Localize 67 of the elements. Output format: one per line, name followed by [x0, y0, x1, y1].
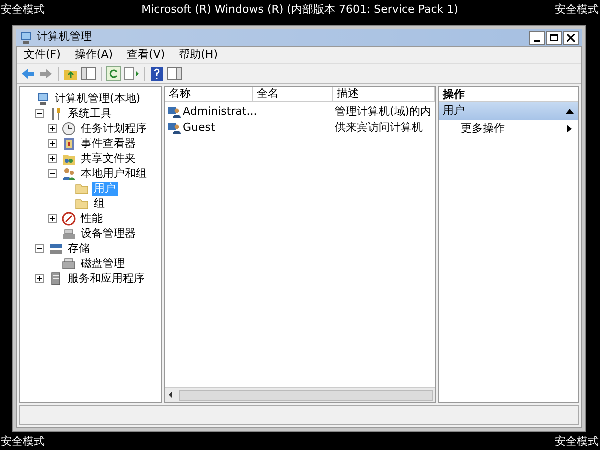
column-header[interactable]: 名称 [165, 87, 253, 101]
folder-icon [75, 182, 89, 196]
user-icon [167, 121, 181, 135]
tree-item[interactable]: 系统工具 [66, 106, 114, 120]
collapse-toggle[interactable] [48, 169, 57, 178]
tree-item[interactable]: 事件查看器 [79, 136, 138, 150]
horizontal-scrollbar[interactable] [165, 387, 435, 402]
mode-label: 安全模式 [1, 434, 45, 450]
table-cell: 供来宾访问计算机 [335, 120, 423, 134]
expand-toggle[interactable] [48, 214, 57, 223]
tree-item[interactable]: 任务计划程序 [79, 122, 149, 136]
user-icon [167, 105, 181, 119]
tree-item[interactable]: 性能 [79, 212, 105, 226]
computer-icon [19, 30, 33, 44]
server-icon [49, 272, 63, 286]
menu-item[interactable]: 帮助(H) [179, 46, 218, 64]
column-header[interactable]: 描述 [333, 87, 435, 101]
table-cell-text: Guest [183, 120, 216, 136]
panel-icon[interactable] [167, 66, 183, 82]
submenu-arrow-icon [567, 125, 572, 133]
users-icon [62, 166, 76, 180]
tree-item[interactable]: 设备管理器 [79, 226, 138, 240]
section-header[interactable]: 用户 [439, 102, 578, 120]
menu-item[interactable]: 查看(V) [127, 46, 166, 64]
mode-label: 安全模式 [554, 2, 599, 18]
tools-icon [49, 106, 63, 120]
pane-title: 操作 [443, 88, 465, 101]
computer-icon [36, 92, 50, 106]
minimize-button[interactable] [529, 30, 545, 44]
disk-icon [62, 256, 76, 270]
export-icon[interactable] [124, 66, 140, 82]
expand-toggle[interactable] [35, 274, 44, 283]
tree-item[interactable]: 磁盘管理 [79, 256, 127, 270]
mode-label: 安全模式 [1, 2, 45, 18]
expand-toggle[interactable] [48, 139, 57, 148]
log-icon [62, 136, 76, 150]
expand-toggle[interactable] [48, 124, 57, 133]
close-button[interactable] [563, 30, 579, 44]
storage-icon [49, 242, 63, 256]
tree-item[interactable]: 服务和应用程序 [66, 272, 147, 286]
collapse-arrow-icon [566, 108, 574, 114]
table-cell-text: Administrat... [183, 104, 258, 120]
device-icon [62, 226, 76, 240]
window-title: 计算机管理 [37, 29, 92, 46]
tree-item[interactable]: 组 [92, 196, 107, 210]
expand-toggle[interactable] [48, 154, 57, 163]
refresh-icon[interactable] [106, 66, 122, 82]
mode-label: 安全模式 [555, 434, 599, 450]
maximize-button[interactable] [546, 30, 562, 44]
version-text: Microsoft (R) Windows (R) (内部版本 7601: Service Pack 1) [142, 2, 458, 18]
tree-item[interactable]: 计算机管理(本地) [53, 92, 143, 106]
column-header[interactable]: 全名 [253, 87, 333, 101]
help-icon[interactable] [149, 66, 165, 82]
table-cell: 管理计算机(域)的内 [335, 104, 432, 118]
folder-icon [75, 196, 89, 210]
menu-item[interactable]: 操作(A) [74, 46, 114, 64]
close-icon [567, 34, 575, 42]
collapse-toggle[interactable] [35, 244, 44, 253]
no-entry-icon [62, 212, 76, 226]
action-item[interactable]: 更多操作 [439, 120, 578, 138]
collapse-toggle[interactable] [35, 109, 44, 118]
menu-item[interactable]: 文件(F) [24, 46, 61, 64]
clock-icon [62, 122, 76, 136]
tree-item[interactable]: 共享文件夹 [79, 152, 138, 166]
tree-item[interactable]: 存储 [66, 242, 92, 256]
tree-item[interactable]: 本地用户和组 [79, 166, 149, 180]
panel-icon[interactable] [81, 66, 97, 82]
